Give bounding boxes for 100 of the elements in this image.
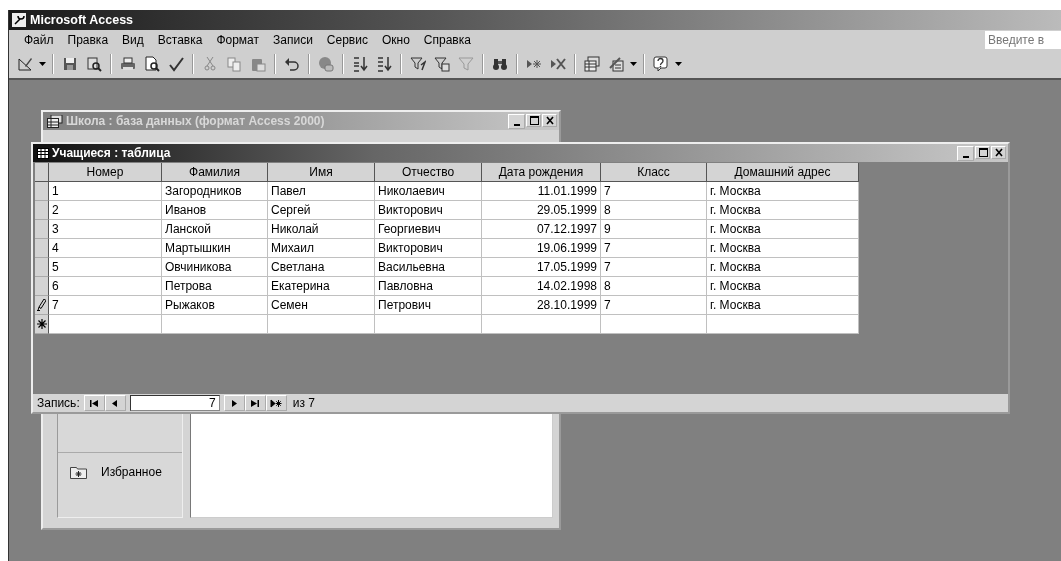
asterisk-icon [36, 319, 47, 329]
table-cell: Светлана [268, 258, 375, 277]
table-cell: 8 [601, 277, 707, 296]
menu-item[interactable]: Сервис [319, 31, 375, 49]
table-cell: Васильевна [375, 258, 482, 277]
table-cell: Рыжаков [162, 296, 268, 315]
close-button[interactable] [542, 113, 557, 127]
table-cell: Николаевич [375, 182, 482, 201]
menu-item[interactable]: Правка [60, 31, 116, 49]
table-cell: Викторович [375, 201, 482, 220]
menu-item[interactable]: Записи [266, 31, 320, 49]
table-cell: 7 [601, 296, 707, 315]
last-record-icon [249, 398, 262, 408]
column-header[interactable]: Фамилия [162, 163, 268, 182]
caret-icon[interactable] [630, 62, 637, 66]
search-document-icon[interactable] [84, 54, 104, 74]
column-header[interactable]: Дата рождения [482, 163, 601, 182]
caret-icon[interactable] [675, 62, 682, 66]
table-icon [37, 147, 49, 159]
maximize-icon [976, 146, 989, 158]
table-cell: Екатерина [268, 277, 375, 296]
record-label: Запись: [37, 396, 80, 410]
previous-record-button[interactable] [104, 395, 126, 411]
database-icon [47, 114, 63, 128]
close-icon [992, 146, 1005, 158]
maximize-button[interactable] [526, 113, 541, 127]
table-cell: Овчиникова [162, 258, 268, 277]
minimize-icon [513, 123, 520, 126]
menu-item[interactable]: Справка [416, 31, 478, 49]
new-record-icon [270, 398, 283, 408]
table-cell: 14.02.1998 [482, 277, 601, 296]
window-title: Школа : база данных (формат Access 2000) [66, 114, 325, 128]
maximize-button[interactable] [975, 145, 990, 159]
table-cell: 4 [49, 239, 162, 258]
menu-item[interactable]: Вставка [150, 31, 210, 49]
table-cell: 7 [601, 182, 707, 201]
help-search-field[interactable]: Введите в [985, 31, 1061, 49]
table-cell: Иванов [162, 201, 268, 220]
table-cell: Мартышкин [162, 239, 268, 258]
first-record-icon [88, 398, 101, 408]
table-cell: г. Москва [707, 258, 859, 277]
column-header[interactable]: Домашний адрес [707, 163, 859, 182]
table-cell: Загородников [162, 182, 268, 201]
table-cell: 19.06.1999 [482, 239, 601, 258]
table-cell: Петрович [375, 296, 482, 315]
table-cell: 8 [601, 201, 707, 220]
table-cell: Павел [268, 182, 375, 201]
table-cell: 2 [49, 201, 162, 220]
table-cell: 5 [49, 258, 162, 277]
help-icon[interactable] [651, 54, 671, 74]
column-header[interactable]: Номер [49, 163, 162, 182]
column-header[interactable]: Отчество [375, 163, 482, 182]
minimize-icon [962, 155, 969, 158]
table-cell: Михаил [268, 239, 375, 258]
last-record-button[interactable] [244, 395, 266, 411]
maximize-icon [527, 114, 540, 126]
record-selector[interactable] [35, 296, 49, 315]
table-cell: 07.12.1997 [482, 220, 601, 239]
menu-item[interactable]: Формат [209, 31, 267, 49]
table-cell: 29.05.1999 [482, 201, 601, 220]
table-cell: Викторович [375, 239, 482, 258]
close-icon [543, 114, 556, 126]
menu-item[interactable]: Вид [115, 31, 151, 49]
close-button[interactable] [991, 145, 1006, 159]
table-cell: 3 [49, 220, 162, 239]
menu-item[interactable]: Файл [17, 31, 61, 49]
table-cell: 11.01.1999 [482, 182, 601, 201]
column-header[interactable]: Имя [268, 163, 375, 182]
print-preview-icon[interactable] [142, 54, 162, 74]
menu-item[interactable]: Окно [374, 31, 417, 49]
table-cell: 6 [49, 277, 162, 296]
table-cell: г. Москва [707, 182, 859, 201]
table-cell: Семен [268, 296, 375, 315]
pencil-icon [37, 299, 46, 311]
table-cell: 7 [601, 258, 707, 277]
record-count: из 7 [292, 396, 315, 410]
new-record-button[interactable] [265, 395, 287, 411]
caret-icon[interactable] [39, 62, 46, 66]
table-cell: Павловна [375, 277, 482, 296]
database-window-icon[interactable] [582, 54, 602, 74]
first-record-button[interactable] [83, 395, 105, 411]
minimize-button[interactable] [957, 145, 974, 161]
table-cell: 9 [601, 220, 707, 239]
table-cell: 7 [601, 239, 707, 258]
minimize-button[interactable] [508, 113, 525, 129]
record-number-field[interactable]: 7 [129, 395, 220, 411]
app-title: Microsoft Access [30, 13, 134, 27]
select-all-corner[interactable] [35, 163, 49, 182]
sidebar-item[interactable]: Избранное [101, 465, 162, 479]
table-cell: г. Москва [707, 239, 859, 258]
window-title: Учащиеся : таблица [52, 146, 171, 160]
next-record-button[interactable] [223, 395, 245, 411]
filter-form-icon[interactable] [432, 54, 452, 74]
table-cell: г. Москва [707, 277, 859, 296]
key-icon [12, 13, 26, 27]
record-selector[interactable] [35, 315, 49, 334]
column-header[interactable]: Класс [601, 163, 707, 182]
table-cell: Петрова [162, 277, 268, 296]
folder-icon [70, 465, 87, 479]
table-cell: г. Москва [707, 296, 859, 315]
